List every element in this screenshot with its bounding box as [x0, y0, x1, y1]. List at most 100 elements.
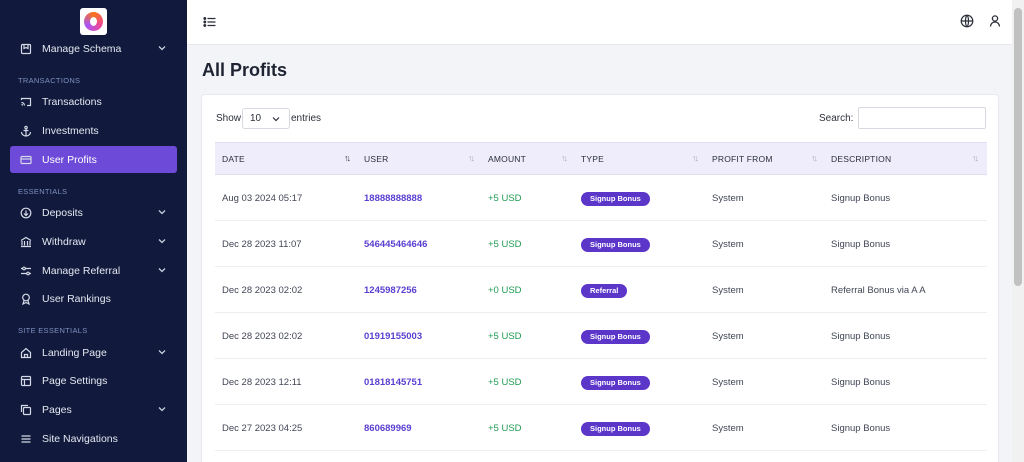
- sidebar-item-label: Transactions: [42, 95, 102, 108]
- cell-date: Dec 28 2023 11:07: [222, 239, 302, 250]
- chevron-down-icon: [158, 210, 166, 215]
- column-header-profit-from[interactable]: PROFIT FROM: [712, 154, 773, 164]
- anchor-icon: [20, 125, 32, 137]
- column-header-amount[interactable]: AMOUNT: [488, 154, 526, 164]
- sidebar-item-user-rankings[interactable]: User Rankings: [10, 285, 177, 312]
- cell-description: Signup Bonus: [831, 423, 891, 434]
- page-title: All Profits: [202, 60, 288, 80]
- sidebar-item-transactions[interactable]: Transactions: [10, 88, 177, 115]
- sidebar-item-investments[interactable]: Investments: [10, 117, 177, 144]
- cell-date: Dec 27 2023 04:25: [222, 423, 303, 434]
- entries-value: 10: [250, 113, 262, 124]
- sidebar-item-user-profits[interactable]: User Profits: [10, 146, 177, 173]
- scrollbar-thumb[interactable]: [1014, 8, 1022, 286]
- cell-date: Dec 28 2023 12:11: [222, 377, 302, 388]
- section-label-transactions: TRANSACTIONS: [18, 76, 81, 85]
- cell-description: Signup Bonus: [831, 377, 891, 388]
- search-input[interactable]: [858, 107, 986, 129]
- sort-icon[interactable]: ↑↓: [561, 153, 568, 163]
- page-scrollbar[interactable]: [1012, 0, 1024, 462]
- cell-profit-from: System: [712, 423, 744, 434]
- cell-profit-from: System: [712, 377, 744, 388]
- menu-icon: [20, 433, 32, 445]
- layout-icon: [20, 375, 32, 387]
- sidebar-item-label: Manage Schema: [42, 42, 122, 55]
- sort-icon[interactable]: ↑↓: [692, 153, 699, 163]
- sidebar-item-label: Deposits: [42, 206, 83, 219]
- cell-amount: +5 USD: [488, 423, 522, 434]
- sidebar-item-label: Landing Page: [42, 346, 107, 359]
- sidebar-item-manage-schema[interactable]: Manage Schema: [10, 35, 177, 62]
- schema-icon: [20, 43, 32, 55]
- column-header-description[interactable]: DESCRIPTION: [831, 154, 891, 164]
- cell-user-link[interactable]: 18888888888: [364, 193, 422, 204]
- sidebar-item-label: Pages: [42, 403, 72, 416]
- cell-user-link[interactable]: 546445464646: [364, 239, 427, 250]
- chevron-down-icon: [158, 407, 166, 412]
- type-badge: Signup Bonus: [581, 238, 650, 252]
- sidebar-item-label: Page Settings: [42, 374, 108, 387]
- sort-icon[interactable]: ↑↓: [468, 153, 475, 163]
- sidebar-item-manage-referral[interactable]: Manage Referral: [10, 257, 177, 284]
- bank-icon: [20, 236, 32, 248]
- sort-icon[interactable]: ↑↓: [972, 153, 979, 163]
- cell-amount: +0 USD: [488, 285, 522, 296]
- sort-icon[interactable]: ↑↓: [344, 153, 351, 163]
- topbar: [187, 0, 1012, 45]
- profits-table-card: Show 10 entries Search: DATE ↑↓ USER ↑↓ …: [201, 94, 999, 462]
- table-row: Dec 28 2023 02:02 01919155003 +5 USD Sig…: [215, 313, 987, 359]
- sidebar-item-page-settings[interactable]: Page Settings: [10, 367, 177, 394]
- copy-icon: [20, 404, 32, 416]
- cast-icon: [20, 96, 32, 108]
- cell-profit-from: System: [712, 331, 744, 342]
- sidebar-item-label: Withdraw: [42, 235, 86, 248]
- type-badge: Signup Bonus: [581, 376, 650, 390]
- type-badge: Referral: [581, 284, 628, 298]
- list-menu-icon[interactable]: [203, 15, 217, 29]
- sidebar-item-withdraw[interactable]: Withdraw: [10, 228, 177, 255]
- home-icon: [20, 347, 32, 359]
- cell-date: Aug 03 2024 05:17: [222, 193, 303, 204]
- table-header: DATE ↑↓ USER ↑↓ AMOUNT ↑↓ TYPE ↑↓ PROFIT…: [215, 142, 987, 175]
- cell-user-link[interactable]: 01818145751: [364, 377, 422, 388]
- cell-user-link[interactable]: 860689969: [364, 423, 412, 434]
- user-icon[interactable]: [988, 14, 1002, 28]
- sidebar-item-pages[interactable]: Pages: [10, 396, 177, 423]
- column-header-type[interactable]: TYPE: [581, 154, 604, 164]
- sidebar-item-landing-page[interactable]: Landing Page: [10, 339, 177, 366]
- table-row: Aug 03 2024 05:17 18888888888 +5 USD Sig…: [215, 175, 987, 221]
- cell-user-link[interactable]: 1245987256: [364, 285, 417, 296]
- logo-icon: [84, 12, 103, 31]
- sidebar-item-label: Site Navigations: [42, 432, 118, 445]
- chevron-down-icon: [158, 46, 166, 51]
- cell-user-link[interactable]: 01919155003: [364, 331, 422, 342]
- cell-amount: +5 USD: [488, 193, 522, 204]
- credit-card-icon: [20, 154, 32, 166]
- globe-icon[interactable]: [960, 14, 974, 28]
- entries-label: entries: [291, 113, 322, 124]
- column-header-date[interactable]: DATE: [222, 154, 245, 164]
- award-icon: [20, 293, 32, 305]
- cell-profit-from: System: [712, 285, 744, 296]
- chevron-down-icon: [158, 268, 166, 273]
- sidebar-item-deposits[interactable]: Deposits: [10, 199, 177, 226]
- cell-description: Signup Bonus: [831, 239, 891, 250]
- sidebar-item-label: Investments: [42, 124, 99, 137]
- sidebar-item-site-navigations[interactable]: Site Navigations: [10, 425, 177, 452]
- table-row: Dec 27 2023 04:25 860689969 +5 USD Signu…: [215, 405, 987, 451]
- app-logo[interactable]: [80, 8, 107, 35]
- sidebar-item-label: User Profits: [42, 153, 97, 166]
- section-label-site-essentials: SITE ESSENTIALS: [18, 326, 88, 335]
- cell-description: Signup Bonus: [831, 193, 891, 204]
- cell-description: Referral Bonus via A A: [831, 285, 926, 296]
- chevron-down-icon: [158, 239, 166, 244]
- sort-icon[interactable]: ↑↓: [811, 153, 818, 163]
- entries-select[interactable]: 10: [242, 108, 290, 129]
- column-header-user[interactable]: USER: [364, 154, 388, 164]
- sidebar-item-label: User Rankings: [42, 292, 111, 305]
- sidebar: Manage Schema TRANSACTIONS Transactions …: [0, 0, 187, 462]
- arrow-down-circle-icon: [20, 207, 32, 219]
- cell-profit-from: System: [712, 239, 744, 250]
- section-label-essentials: ESSENTIALS: [18, 187, 68, 196]
- chevron-down-icon: [158, 350, 166, 355]
